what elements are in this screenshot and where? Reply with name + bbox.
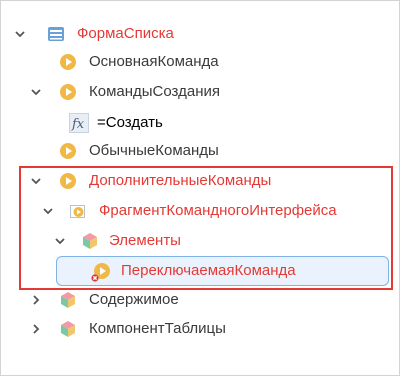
tree-item-main-command[interactable]: ОсновнаяКоманда: [89, 53, 219, 71]
tree-item-table-component[interactable]: КомпонентТаблицы: [89, 320, 226, 338]
form-list-icon: [47, 25, 65, 43]
tree-item-toggle-command[interactable]: ПереключаемаяКоманда: [121, 262, 296, 280]
command-play-icon: [59, 172, 77, 190]
tree-panel: ФормаСписка ОсновнаяКоманда КомандыСозда…: [0, 0, 400, 376]
chevron-down-icon[interactable]: [39, 202, 57, 220]
cube-icon: [59, 291, 77, 309]
chevron-down-icon[interactable]: [11, 25, 29, 43]
tree-item-form-list[interactable]: ФормаСписка: [77, 25, 174, 43]
chevron-right-icon[interactable]: [27, 320, 45, 338]
cube-icon: [59, 320, 77, 338]
tree-item-create-commands[interactable]: КомандыСоздания: [89, 83, 220, 101]
tree-item-content[interactable]: Содержимое: [89, 291, 179, 309]
tree-item-elements[interactable]: Элементы: [109, 232, 181, 250]
tree-item-regular-commands[interactable]: ОбычныеКоманды: [89, 142, 219, 160]
svg-text:fx: fx: [71, 117, 85, 132]
chevron-down-icon[interactable]: [51, 232, 69, 250]
chevron-down-icon[interactable]: [27, 172, 45, 190]
tree-item-create-formula[interactable]: =Создать: [97, 114, 163, 132]
function-fx-icon: fx: [69, 113, 89, 133]
command-play-icon: [59, 83, 77, 101]
chevron-down-icon[interactable]: [27, 83, 45, 101]
cube-icon: [81, 232, 99, 250]
command-fragment-icon: [69, 202, 87, 220]
command-play-icon: [59, 53, 77, 71]
tree-item-command-fragment[interactable]: ФрагментКомандногоИнтерфейса: [99, 202, 337, 220]
command-play-icon: [59, 142, 77, 160]
command-play-error-icon: [91, 262, 110, 282]
chevron-right-icon[interactable]: [27, 291, 45, 309]
tree-item-additional-commands[interactable]: ДополнительныеКоманды: [89, 172, 271, 190]
